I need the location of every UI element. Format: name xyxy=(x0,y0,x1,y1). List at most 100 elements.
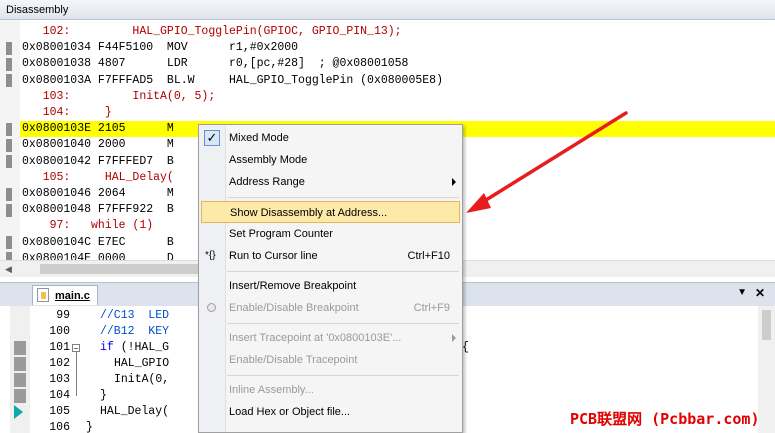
menu-item-enable-disable-tracepoint[interactable]: Enable/Disable Tracepoint xyxy=(201,349,460,371)
editor-gutter[interactable] xyxy=(10,306,30,433)
horizontal-scroll-thumb[interactable] xyxy=(40,264,220,274)
executable-line-marker[interactable] xyxy=(6,122,12,136)
menu-item-label: Assembly Mode xyxy=(229,154,308,166)
code-text: HAL_Delay( xyxy=(100,405,170,418)
submenu-arrow-icon xyxy=(452,178,456,186)
menu-item-show-disassembly-at-address[interactable]: Show Disassembly at Address... xyxy=(201,201,460,223)
line-number: 102 xyxy=(49,357,70,370)
site-watermark: PCB联盟网 (Pcbbar.com) xyxy=(570,410,760,428)
executable-line-marker[interactable] xyxy=(6,41,12,55)
line-number: 99 xyxy=(56,309,70,322)
menu-item-assembly-mode[interactable]: Assembly Mode xyxy=(201,149,460,171)
disassembly-instruction-line[interactable]: 0x0800104C E7EC B xyxy=(22,235,174,251)
code-text: //B12 KEY xyxy=(100,325,170,338)
menu-item-insert-tracepoint-at-0x0800103e[interactable]: Insert Tracepoint at '0x0800103E'... xyxy=(201,327,460,349)
executable-line-marker[interactable] xyxy=(14,389,26,403)
menu-item-label: Enable/Disable Breakpoint xyxy=(229,302,359,314)
scroll-left-arrow-icon[interactable]: ◀ xyxy=(0,261,17,277)
code-line[interactable]: } xyxy=(100,388,107,404)
menu-item-load-hex-or-object-file[interactable]: Load Hex or Object file... xyxy=(201,401,460,423)
disassembly-source-line[interactable]: 102: HAL_GPIO_TogglePin(GPIOC, GPIO_PIN_… xyxy=(22,24,402,40)
menu-item-label: Mixed Mode xyxy=(229,132,289,144)
disassembly-source-line[interactable]: 104: } xyxy=(22,105,112,121)
executable-line-marker[interactable] xyxy=(6,57,12,71)
menu-item-mixed-mode[interactable]: ✓ Mixed Mode xyxy=(201,127,460,149)
line-number: 104 xyxy=(49,389,70,402)
executable-line-marker[interactable] xyxy=(14,341,26,355)
executable-line-marker[interactable] xyxy=(6,187,12,201)
menu-item-label: Insert/Remove Breakpoint xyxy=(229,280,357,292)
menu-item-label: Show Disassembly at Address... xyxy=(230,207,388,219)
code-comment[interactable]: //B12 KEY xyxy=(100,324,169,340)
menu-item-set-program-counter[interactable]: Set Program Counter xyxy=(201,223,460,245)
code-line[interactable]: if (!HAL_G xyxy=(100,340,169,356)
disassembly-source-line[interactable]: 105: HAL_Delay( xyxy=(22,170,174,186)
tab-main-c[interactable]: main.c xyxy=(32,285,98,305)
vertical-scroll-thumb[interactable] xyxy=(762,310,771,340)
code-text: //C13 LED xyxy=(100,309,170,322)
line-number: 106 xyxy=(49,421,70,433)
menu-item-inline-assembly[interactable]: Inline Assembly... xyxy=(201,379,460,401)
fold-collapse-icon[interactable]: − xyxy=(72,344,80,353)
menu-item-label: Inline Assembly... xyxy=(229,384,314,396)
code-text: InitA(0, xyxy=(114,373,170,386)
menu-item-shortcut: Ctrl+F9 xyxy=(413,302,450,314)
executable-line-marker[interactable] xyxy=(14,373,26,387)
disassembly-instruction-line[interactable]: 0x08001038 4807 LDR r0,[pc,#28] ; @0x080… xyxy=(22,56,408,72)
menu-separator xyxy=(227,197,459,198)
executable-line-marker[interactable] xyxy=(14,357,26,371)
menu-item-insert-remove-breakpoint[interactable]: Insert/Remove Breakpoint xyxy=(201,275,460,297)
disassembly-gutter[interactable] xyxy=(0,20,20,260)
disassembly-instruction-line[interactable]: 0x08001042 F7FFFED7 B xyxy=(22,154,174,170)
tab-list-dropdown-icon[interactable]: ▼ xyxy=(737,287,747,298)
menu-item-address-range[interactable]: Address Range xyxy=(201,171,460,193)
menu-item-enable-disable-breakpoint[interactable]: Enable/Disable Breakpoint Ctrl+F9 xyxy=(201,297,460,319)
breakpoint-radio-icon xyxy=(207,303,216,312)
executable-line-marker[interactable] xyxy=(6,236,12,250)
code-text: (!HAL_G xyxy=(113,341,170,354)
code-line[interactable]: HAL_GPIO xyxy=(114,356,169,372)
menu-item-label: Insert Tracepoint at '0x0800103E'... xyxy=(229,332,402,344)
editor-vertical-scrollbar[interactable] xyxy=(758,306,775,433)
menu-item-label: Run to Cursor line xyxy=(229,250,318,262)
executable-line-marker[interactable] xyxy=(6,138,12,152)
current-line-arrow-icon xyxy=(14,405,23,419)
disassembly-source-line[interactable]: 97: while (1) xyxy=(22,218,154,234)
disassembly-instruction-line[interactable]: 0x08001040 2000 M xyxy=(22,137,174,153)
checkmark-icon: ✓ xyxy=(204,130,220,146)
disassembly-instruction-line[interactable]: 0x0800103A F7FFFAD5 BL.W HAL_GPIO_Toggle… xyxy=(22,73,443,89)
code-text: } xyxy=(86,421,93,433)
c-file-icon xyxy=(37,288,49,302)
fold-guide-line xyxy=(76,352,77,396)
line-number: 105 xyxy=(49,405,70,418)
code-comment[interactable]: //C13 LED xyxy=(100,308,169,324)
disassembly-source-line[interactable]: 103: InitA(0, 5); xyxy=(22,89,216,105)
submenu-arrow-icon xyxy=(452,334,456,342)
disassembly-instruction-line[interactable]: 0x08001034 F44F5100 MOV r1,#0x2000 xyxy=(22,40,298,56)
disassembly-window-title: Disassembly xyxy=(0,0,775,20)
menu-item-label: Address Range xyxy=(229,176,305,188)
code-line[interactable]: InitA(0, xyxy=(114,372,169,388)
menu-separator xyxy=(227,323,459,324)
menu-item-shortcut: Ctrl+F10 xyxy=(407,250,451,262)
menu-item-run-to-cursor-line[interactable]: *{} Run to Cursor line Ctrl+F10 xyxy=(201,245,460,267)
executable-line-marker[interactable] xyxy=(6,74,12,88)
code-line[interactable]: } xyxy=(86,420,93,433)
menu-separator xyxy=(227,375,459,376)
code-keyword: if xyxy=(100,341,114,354)
close-tab-icon[interactable]: ✕ xyxy=(755,286,765,300)
executable-line-marker[interactable] xyxy=(6,252,12,260)
executable-line-marker[interactable] xyxy=(6,155,12,169)
code-fragment-right: { xyxy=(462,341,469,354)
code-line[interactable]: HAL_Delay( xyxy=(100,404,169,420)
code-text: } xyxy=(100,389,107,402)
menu-item-label: Load Hex or Object file... xyxy=(229,406,351,418)
executable-line-marker[interactable] xyxy=(6,203,12,217)
run-to-cursor-icon: *{} xyxy=(205,250,216,261)
line-number: 100 xyxy=(49,325,70,338)
disassembly-instruction-line[interactable]: 0x08001046 2064 M xyxy=(22,186,174,202)
disassembly-instruction-line[interactable]: 0x0800104E 0000 D xyxy=(22,251,174,260)
line-number: 101 xyxy=(49,341,70,354)
disassembly-instruction-line[interactable]: 0x08001048 F7FFF922 B xyxy=(22,202,174,218)
menu-item-label: Enable/Disable Tracepoint xyxy=(229,354,358,366)
